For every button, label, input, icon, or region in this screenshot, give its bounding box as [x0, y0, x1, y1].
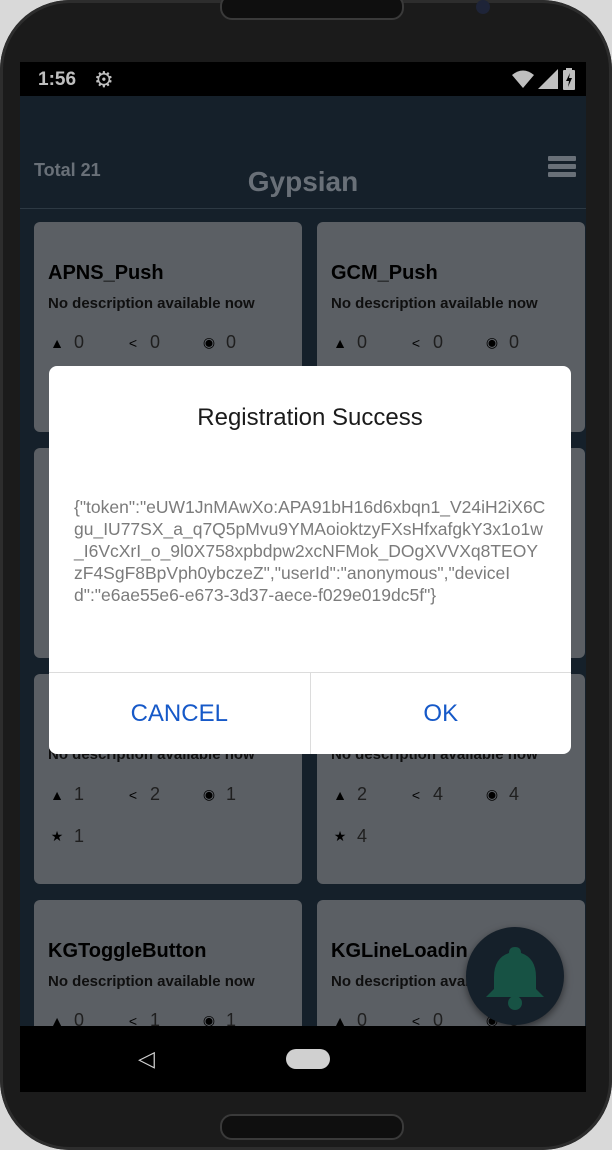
phone-frame: 1:56 ⚙ Total 21 Gypsian APNS_Push No des…: [0, 0, 612, 1150]
earpiece-speaker: [220, 0, 404, 20]
cancel-button[interactable]: CANCEL: [49, 673, 310, 754]
dialog-title: Registration Success: [197, 404, 423, 431]
back-icon[interactable]: ◁: [138, 1046, 155, 1072]
screen: 1:56 ⚙ Total 21 Gypsian APNS_Push No des…: [20, 62, 586, 1092]
ok-button[interactable]: OK: [309, 673, 572, 754]
dialog-message: {"token":"eUW1JnMAwXo:APA91bH16d6xbqn1_V…: [74, 497, 546, 605]
bottom-speaker: [220, 1114, 404, 1140]
navigation-bar: ◁: [20, 1026, 586, 1092]
registration-dialog: Registration Success {"token":"eUW1JnMAw…: [49, 366, 571, 754]
home-pill-button[interactable]: [286, 1049, 330, 1069]
dialog-actions: CANCEL OK: [49, 672, 571, 754]
front-camera: [476, 0, 490, 14]
